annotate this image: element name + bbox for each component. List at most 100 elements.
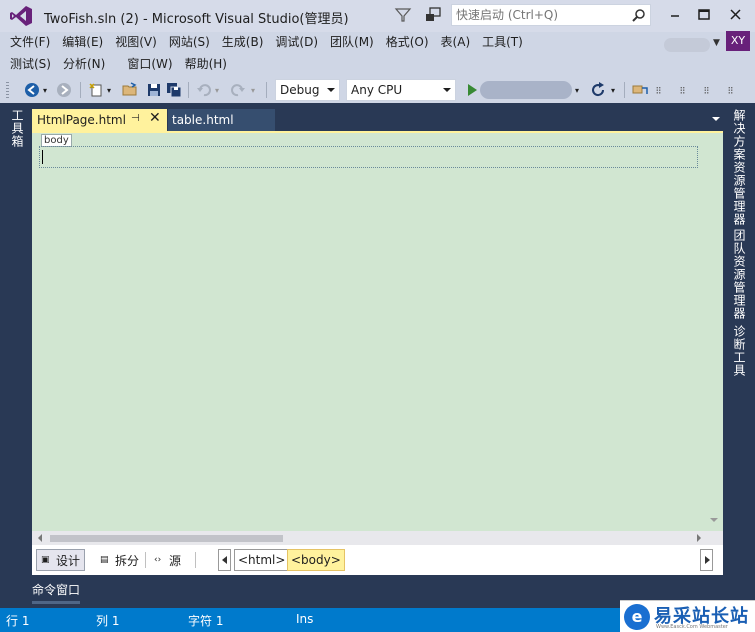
window-title: TwoFish.sln (2) - Microsoft Visual Studi…	[44, 12, 349, 27]
save-all-button[interactable]	[164, 80, 184, 100]
chevron-down-icon[interactable]: ▼	[713, 38, 720, 48]
open-file-button[interactable]	[120, 80, 140, 100]
feedback-icon[interactable]	[424, 6, 442, 24]
configuration-value: Debug	[280, 83, 320, 97]
run-target-dropdown-icon[interactable]: ▾	[572, 80, 582, 100]
toolbar-grip[interactable]	[6, 82, 9, 98]
tab-table[interactable]: table.html	[168, 109, 275, 131]
close-button[interactable]	[723, 4, 749, 26]
scroll-right-icon[interactable]	[697, 534, 701, 542]
menu-help[interactable]: 帮助(H)	[179, 54, 233, 74]
menu-team[interactable]: 团队(M)	[324, 32, 380, 52]
status-insert-mode: Ins	[296, 612, 314, 626]
split-view-icon: ▤	[100, 555, 109, 565]
menu-tools[interactable]: 工具(T)	[476, 32, 529, 52]
avatar[interactable]: XY	[726, 31, 750, 51]
menu-edit[interactable]: 编辑(E)	[56, 32, 109, 52]
save-all-icon	[167, 83, 182, 98]
design-surface[interactable]: body	[32, 131, 723, 531]
pin-icon[interactable]: ⊣	[131, 113, 140, 124]
tab-label: HtmlPage.html	[37, 113, 126, 127]
menu-format[interactable]: 格式(O)	[380, 32, 435, 52]
refresh-dropdown-icon[interactable]: ▾	[608, 80, 618, 100]
toolbar-options-icon-2[interactable]: ⁝⁝	[674, 80, 690, 100]
view-separator	[145, 552, 146, 568]
browser-link-button[interactable]	[630, 80, 650, 100]
view-separator	[195, 552, 196, 568]
undo-dropdown-icon[interactable]: ▾	[212, 80, 222, 100]
quick-launch-input[interactable]	[456, 7, 626, 23]
scrollbar-thumb[interactable]	[50, 535, 283, 542]
team-explorer-tab[interactable]: 团队资源管理器	[731, 229, 748, 320]
refresh-button[interactable]	[588, 80, 608, 100]
menu-analyze[interactable]: 分析(N)	[57, 54, 111, 74]
solution-configuration-select[interactable]: Debug	[275, 79, 340, 101]
menu-table[interactable]: 表(A)	[435, 32, 477, 52]
solution-explorer-tab[interactable]: 解决方案资源管理器	[731, 109, 748, 226]
save-button[interactable]	[144, 80, 164, 100]
redo-dropdown-icon[interactable]: ▾	[248, 80, 258, 100]
design-view-button[interactable]: ▣ 设计	[36, 549, 86, 571]
redo-icon	[231, 84, 245, 97]
browser-link-icon	[632, 85, 648, 94]
minimize-button[interactable]	[662, 4, 688, 26]
view-switcher-bar: ▣ 设计 ▤ 拆分 ‹› 源 <html> <body>	[32, 545, 723, 575]
back-dropdown-icon[interactable]: ▾	[40, 80, 50, 100]
diagnostic-tools-tab[interactable]: 诊断工具	[731, 325, 748, 377]
new-dropdown-icon[interactable]: ▾	[104, 80, 114, 100]
source-view-button[interactable]: ‹› 源	[150, 549, 185, 571]
back-arrow-icon	[25, 83, 39, 97]
play-icon	[468, 84, 477, 96]
navigate-back-button[interactable]	[22, 80, 42, 100]
standard-toolbar: ▾ ▾ ▾ ▾ Debug Any CPU ▾ ▾ ⁝⁝ ⁝⁝ ⁝⁝ ⁝⁝	[0, 77, 755, 103]
toolbar-options-icon-3[interactable]: ⁝⁝	[698, 80, 714, 100]
design-view-icon: ▣	[41, 555, 50, 565]
search-icon[interactable]	[632, 8, 646, 22]
solution-platform-select[interactable]: Any CPU	[346, 79, 456, 101]
run-target-select[interactable]	[480, 81, 572, 99]
menu-test[interactable]: 测试(S)	[4, 54, 57, 74]
toolbar-options-icon-4[interactable]: ⁝⁝	[722, 80, 738, 100]
menu-bar-row2: 测试(S) 分析(N) 窗口(W) 帮助(H)	[4, 53, 233, 75]
source-view-label: 源	[169, 553, 182, 568]
crumb-html[interactable]: <html>	[234, 549, 290, 571]
undo-icon	[197, 84, 211, 97]
split-view-label: 拆分	[115, 553, 140, 568]
scroll-left-icon[interactable]	[38, 534, 42, 542]
menu-debug[interactable]: 调试(D)	[269, 32, 324, 52]
navigate-forward-button[interactable]	[54, 80, 74, 100]
toolbar-separator	[80, 82, 81, 98]
menu-build[interactable]: 生成(B)	[216, 32, 270, 52]
menu-website[interactable]: 网站(S)	[163, 32, 216, 52]
split-view-button[interactable]: ▤ 拆分	[96, 549, 143, 571]
horizontal-scrollbar[interactable]	[32, 531, 723, 545]
crumb-right-button[interactable]	[700, 549, 713, 571]
undo-button[interactable]	[194, 80, 214, 100]
toolbar-separator	[266, 82, 267, 98]
toolbox-tab[interactable]: 工具箱	[9, 109, 26, 148]
maximize-button[interactable]	[691, 4, 717, 26]
redo-button[interactable]	[228, 80, 248, 100]
scroll-down-icon[interactable]	[710, 518, 718, 522]
start-debugging-button[interactable]	[462, 80, 482, 100]
close-icon[interactable]: ✕	[149, 110, 161, 126]
new-project-button[interactable]	[86, 80, 106, 100]
status-line: 行 1	[6, 614, 30, 628]
forward-arrow-icon	[57, 83, 71, 97]
crumb-left-button[interactable]	[218, 549, 231, 571]
menu-window[interactable]: 窗口(W)	[121, 54, 178, 74]
crumb-body[interactable]: <body>	[287, 549, 345, 571]
menu-file[interactable]: 文件(F)	[4, 32, 56, 52]
quick-launch[interactable]	[451, 4, 651, 26]
account-name[interactable]	[664, 38, 710, 52]
toolbar-options-icon[interactable]: ⁝⁝	[650, 80, 666, 100]
body-element[interactable]	[39, 146, 698, 168]
tab-overflow-icon[interactable]	[712, 117, 720, 121]
command-window-tab[interactable]: 命令窗口	[32, 581, 80, 598]
watermark-subtext: Www.Easck.Com Webmaster	[656, 624, 728, 630]
platform-value: Any CPU	[351, 83, 403, 97]
status-character: 字符 1	[188, 614, 224, 628]
tab-htmlpage[interactable]: HtmlPage.html ⊣ ✕	[32, 109, 167, 131]
filter-icon[interactable]	[394, 6, 412, 24]
menu-view[interactable]: 视图(V)	[109, 32, 163, 52]
